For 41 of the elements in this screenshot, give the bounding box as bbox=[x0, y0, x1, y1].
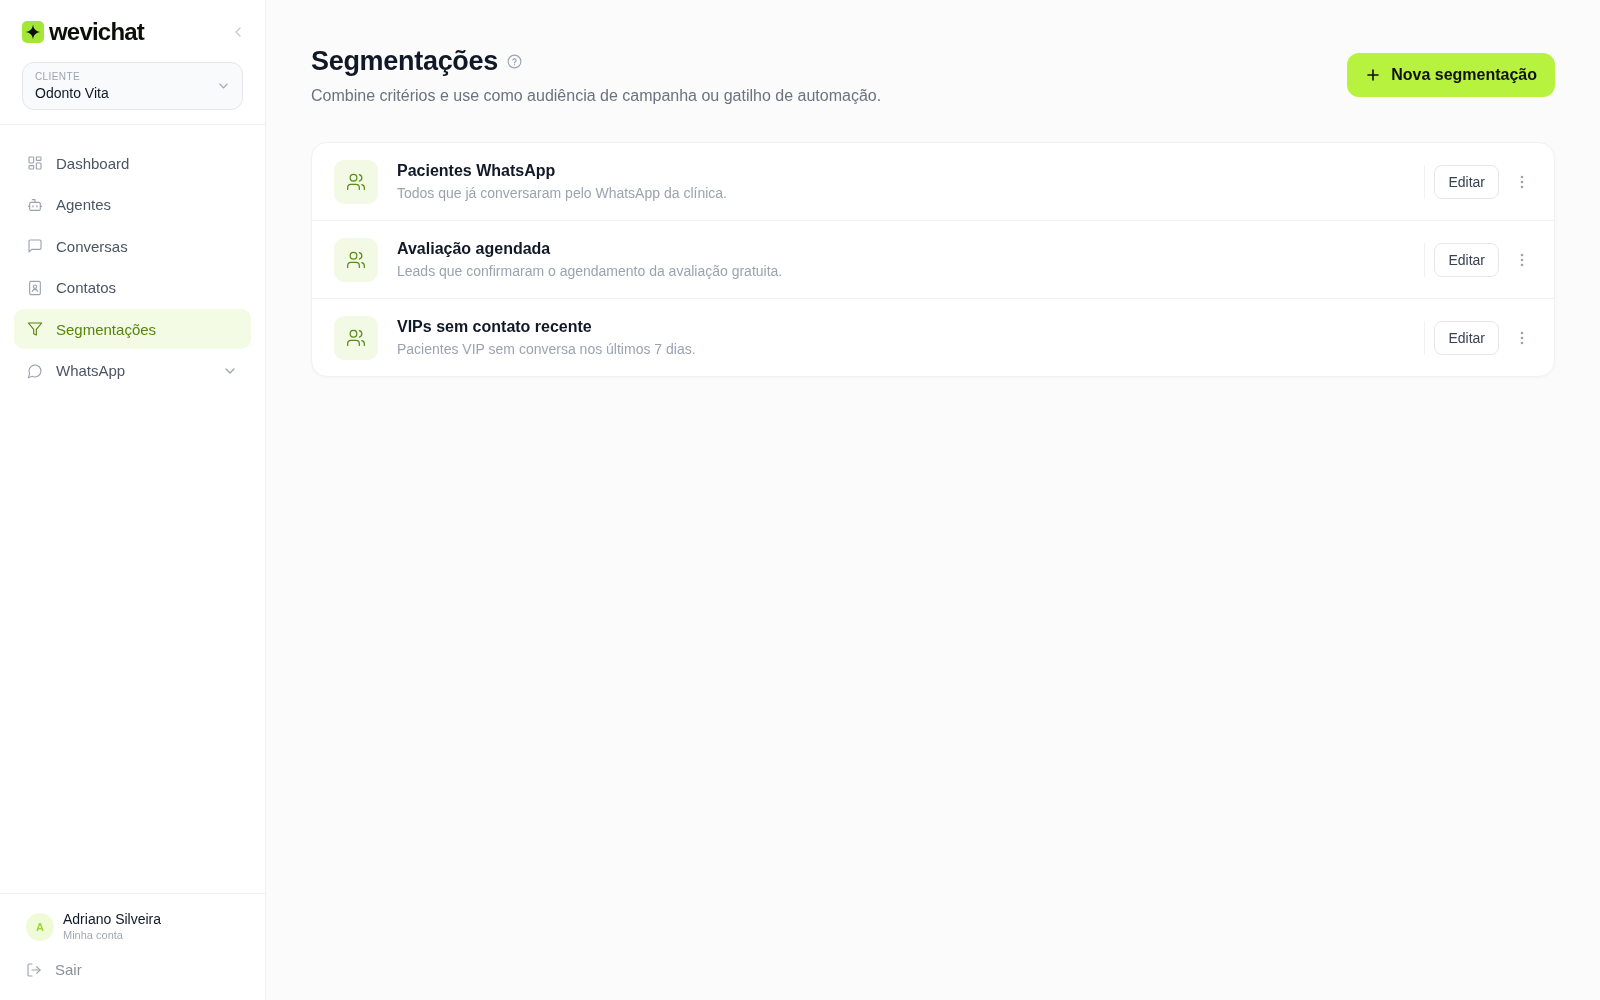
contact-card-icon bbox=[27, 279, 43, 296]
segment-description: Leads que confirmaram o agendamento da avaliação gratuita. bbox=[397, 262, 784, 280]
segment-name: Pacientes WhatsApp bbox=[397, 161, 557, 181]
new-segment-button[interactable]: Nova segmentação bbox=[1347, 53, 1555, 97]
edit-button[interactable]: Editar bbox=[1434, 320, 1499, 355]
edit-button[interactable]: Editar bbox=[1434, 164, 1499, 199]
robot-icon bbox=[27, 196, 43, 213]
nav-item[interactable]: Segmentações bbox=[14, 309, 251, 349]
more-options-icon[interactable] bbox=[1520, 252, 1524, 267]
more-options-icon[interactable] bbox=[1520, 174, 1524, 189]
user-name: Adriano Silveira bbox=[63, 911, 162, 928]
nav-item[interactable]: WhatsApp bbox=[14, 350, 251, 391]
chat-bubble-icon bbox=[27, 362, 43, 379]
page-subtitle: Combine critérios e use como audiência de campanha ou gatilho de automação. bbox=[311, 86, 882, 106]
nav-item[interactable]: Contatos bbox=[14, 267, 251, 308]
logo-wordmark: wevichat bbox=[49, 18, 144, 46]
nav-item[interactable]: Agentes bbox=[14, 184, 251, 225]
edit-button[interactable]: Editar bbox=[1434, 242, 1499, 277]
help-icon[interactable] bbox=[507, 53, 522, 69]
grid-icon bbox=[27, 155, 43, 171]
client-label: CLIENTE bbox=[35, 70, 82, 83]
segment-name: Avaliação agendada bbox=[397, 239, 552, 259]
filter-icon bbox=[27, 321, 43, 337]
segment-name: VIPs sem contato recente bbox=[397, 317, 593, 337]
more-options-icon[interactable] bbox=[1520, 330, 1524, 345]
segment-description: Todos que já conversaram pelo WhatsApp da clínica. bbox=[397, 184, 728, 202]
users-icon bbox=[334, 315, 378, 360]
plus-icon bbox=[1367, 69, 1380, 81]
segment-description: Pacientes VIP sem conversa nos últimos 7 dias. bbox=[397, 340, 697, 358]
chevron-down-icon bbox=[219, 83, 228, 89]
nav-item[interactable]: Conversas bbox=[14, 226, 251, 266]
client-value: Odonto Vita bbox=[35, 83, 110, 102]
users-icon bbox=[334, 237, 378, 282]
chat-bubble-icon bbox=[27, 238, 43, 254]
users-icon bbox=[334, 159, 378, 204]
logout-icon bbox=[26, 961, 42, 978]
page-title: Segmentações bbox=[311, 45, 498, 78]
collapse-chevron-icon[interactable] bbox=[235, 27, 241, 37]
logo-sparkle-icon bbox=[22, 21, 44, 43]
client-select[interactable]: CLIENTE Odonto Vita bbox=[22, 62, 243, 110]
nav-item[interactable]: Dashboard bbox=[14, 143, 251, 183]
